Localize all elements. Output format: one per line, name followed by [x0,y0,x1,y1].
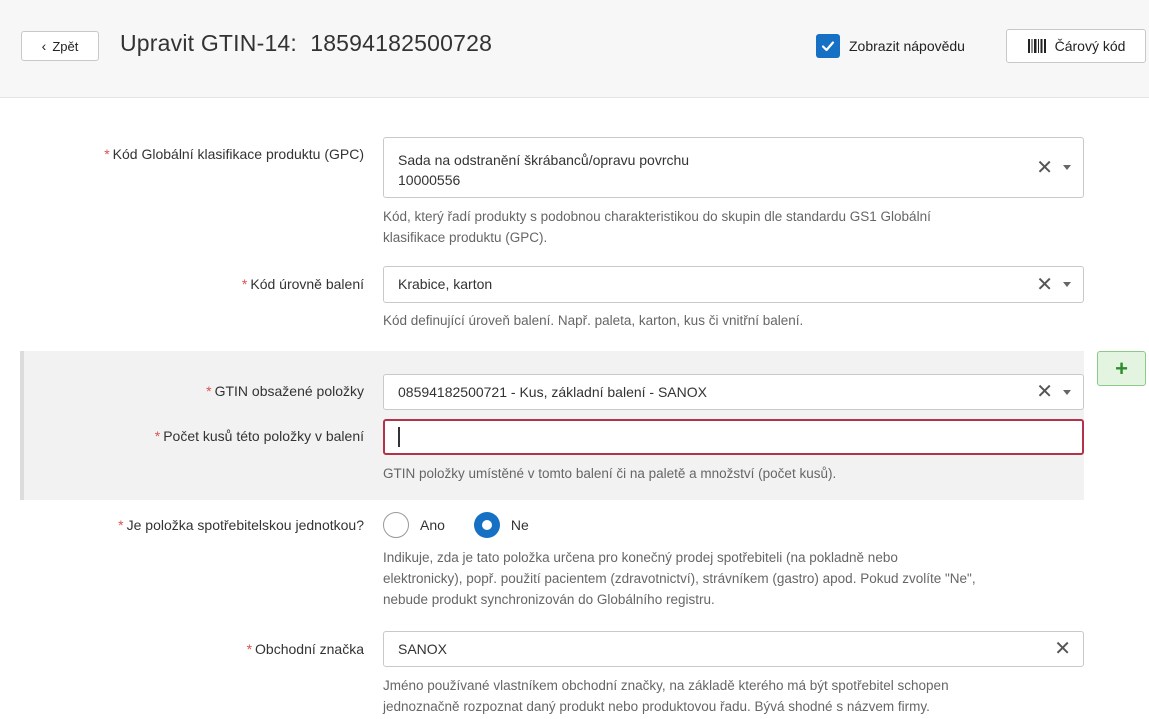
quantity-hint: GTIN položky umístěné v tomto balení či … [383,466,837,481]
page-title-prefix: Upravit GTIN-14: [120,30,298,56]
contained-gtin-select[interactable]: 08594182500721 - Kus, základní balení - … [383,374,1084,410]
brand-hint-line: jednoznačně rozpoznat daný produkt nebo … [383,699,930,714]
required-mark: * [206,383,212,399]
chevron-left-icon: ‹ [41,38,47,54]
close-icon[interactable]: ✕ [1036,158,1053,178]
packaging-level-hint: Kód definující úroveň balení. Např. pale… [383,313,804,328]
page-title: Upravit GTIN-14: 18594182500728 [120,30,492,57]
brand-label-text: Obchodní značka [255,641,364,657]
radio-ano-label[interactable]: Ano [420,517,445,533]
help-checkbox[interactable] [816,34,840,58]
brand-input[interactable]: SANOX ✕ [383,631,1084,667]
barcode-button-label: Čárový kód [1054,38,1126,54]
quantity-label-text: Počet kusů této položky v balení [163,428,364,444]
contained-gtin-label: * GTIN obsažené položky [206,383,364,399]
barcode-icon [1027,39,1046,53]
consumer-unit-label-text: Je položka spotřebitelskou jednotkou? [126,517,364,533]
radio-ano[interactable] [383,512,409,538]
consumer-unit-hint-line: elektronicky), popř. použití pacientem (… [383,571,976,586]
consumer-unit-hint: Indikuje, zda je tato položka určena pro… [383,547,1083,610]
required-mark: * [246,641,253,657]
gpc-hint: Kód, který řadí produkty s podobnou char… [383,206,1083,248]
brand-hint: Jméno používané vlastníkem obchodní znač… [383,675,1083,717]
contained-gtin-value: 08594182500721 - Kus, základní balení - … [398,384,707,400]
quantity-input[interactable] [383,419,1084,455]
header-bar: ‹ Zpět Upravit GTIN-14: 18594182500728 Z… [0,0,1149,98]
close-icon[interactable]: ✕ [1036,275,1053,295]
required-mark: * [104,146,110,162]
consumer-unit-radio-group: Ano Ne [383,512,529,538]
check-icon [821,41,835,52]
add-item-button[interactable]: + [1097,351,1146,386]
close-icon[interactable]: ✕ [1036,382,1053,402]
required-mark: * [154,428,161,444]
consumer-unit-hint-line: nebude produkt synchronizován do Globáln… [383,592,715,607]
gpc-label-text: Kód Globální klasifikace produktu (GPC) [112,146,364,162]
radio-selected-dot [481,520,492,530]
contained-gtin-label-text: GTIN obsažené položky [214,383,364,399]
page-title-gtin: 18594182500728 [310,30,493,56]
packaging-level-value: Krabice, karton [398,276,493,292]
chevron-down-icon[interactable] [1063,282,1071,287]
required-mark: * [241,276,248,292]
packaging-level-label-text: Kód úrovně balení [250,276,364,292]
text-cursor [398,427,400,447]
packaging-level-select[interactable]: Krabice, karton ✕ [383,266,1084,303]
consumer-unit-label: * Je položka spotřebitelskou jednotkou? [118,517,364,533]
gpc-value-name: Sada na odstranění škrábanců/opravu povr… [398,152,690,168]
packaging-level-label: * Kód úrovně balení [242,276,364,292]
brand-label: * Obchodní značka [247,641,364,657]
gpc-hint-line: Kód, který řadí produkty s podobnou char… [383,209,931,224]
gpc-label: * Kód Globální klasifikace produktu (GPC) [104,146,364,162]
barcode-button[interactable]: Čárový kód [1006,29,1146,63]
radio-ne-label[interactable]: Ne [511,517,529,533]
gpc-value-code: 10000556 [398,172,461,188]
required-mark: * [118,517,124,533]
help-toggle[interactable]: Zobrazit nápovědu [816,34,965,58]
help-label: Zobrazit nápovědu [849,38,965,54]
brand-value: SANOX [398,641,448,657]
gpc-select[interactable]: Sada na odstranění škrábanců/opravu povr… [383,137,1084,198]
close-icon[interactable]: ✕ [1054,639,1071,659]
back-button-label: Zpět [52,38,79,54]
back-button[interactable]: ‹ Zpět [21,31,99,61]
quantity-label: * Počet kusů této položky v balení [155,428,364,444]
brand-hint-line: Jméno používané vlastníkem obchodní znač… [383,678,949,693]
plus-icon: + [1115,355,1128,381]
chevron-down-icon[interactable] [1063,389,1071,395]
gpc-hint-line: klasifikace produktu (GPC). [383,230,548,245]
consumer-unit-hint-line: Indikuje, zda je tato položka určena pro… [383,550,898,565]
chevron-down-icon[interactable] [1063,165,1071,170]
radio-ne[interactable] [473,512,500,538]
